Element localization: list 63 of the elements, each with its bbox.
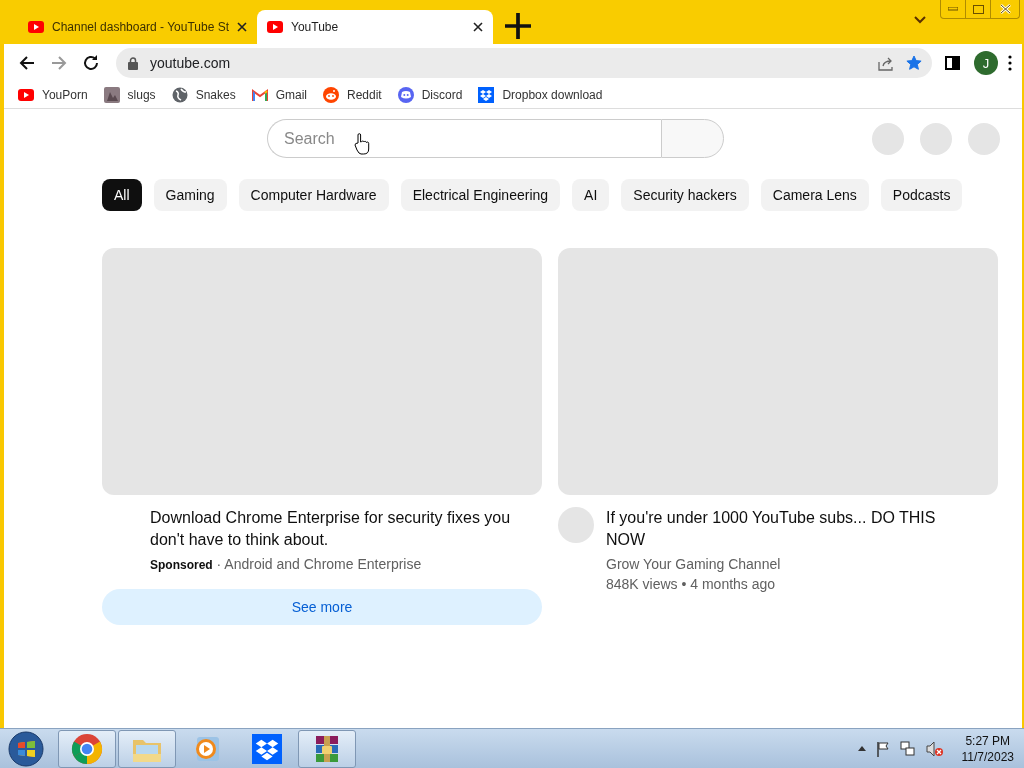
- icon-placeholder: [872, 122, 904, 155]
- filter-chip[interactable]: AI: [572, 179, 610, 211]
- filter-chip[interactable]: Electrical Engineering: [400, 179, 561, 211]
- video-title[interactable]: If you're under 1000 YouTube subs... DO THIS NOW: [606, 507, 946, 551]
- clock[interactable]: 5:27 PM 11/7/2023: [961, 732, 1014, 765]
- chevron-up-icon[interactable]: [857, 746, 866, 751]
- minimize-icon: [948, 7, 958, 11]
- icon-placeholder: [968, 122, 1000, 155]
- bookmark-link[interactable]: Dropbox download: [502, 88, 603, 102]
- plus-icon[interactable]: [505, 13, 532, 39]
- clock-date: 11/7/2023: [961, 748, 1014, 765]
- youtube-icon: [267, 21, 284, 33]
- star-icon[interactable]: [906, 55, 922, 71]
- start-orb-icon[interactable]: [8, 730, 44, 767]
- maximize-icon: [972, 4, 984, 14]
- lock-icon: [128, 56, 138, 70]
- discord-icon: [397, 87, 414, 103]
- menu-icon[interactable]: [1008, 55, 1012, 71]
- muted-speaker-icon[interactable]: [925, 740, 944, 757]
- filter-chip[interactable]: Computer Hardware: [238, 179, 389, 211]
- bookmark-link[interactable]: YouPorn: [42, 88, 88, 102]
- icon-placeholder: [920, 122, 952, 155]
- chrome-icon: [71, 732, 103, 765]
- taskbar-app[interactable]: [58, 729, 116, 768]
- youtube-icon: [28, 21, 44, 33]
- filter-chip[interactable]: Podcasts: [880, 179, 963, 211]
- winrar-icon: [313, 733, 341, 764]
- flag-icon[interactable]: [875, 740, 890, 757]
- chevron-down-icon[interactable]: [914, 16, 926, 24]
- close-icon: [999, 4, 1011, 14]
- browser-tab[interactable]: YouTube: [257, 10, 494, 44]
- bookmark-link[interactable]: Reddit: [347, 88, 382, 102]
- network-icon[interactable]: [899, 740, 916, 757]
- close-icon[interactable]: [473, 22, 484, 32]
- bookmark-link[interactable]: Snakes: [195, 88, 236, 102]
- filter-chip[interactable]: Camera Lens: [760, 179, 869, 211]
- channel-name[interactable]: Grow Your Gaming Channel: [606, 554, 946, 574]
- see-more-button[interactable]: See more: [102, 589, 542, 625]
- taskbar-app[interactable]: [298, 729, 356, 768]
- search-field[interactable]: Search: [267, 119, 661, 158]
- globe-icon: [171, 87, 188, 103]
- gmail-icon: [251, 89, 268, 101]
- share-icon[interactable]: [878, 55, 894, 71]
- hand-cursor-icon: [354, 133, 370, 155]
- filter-chip[interactable]: All: [102, 179, 142, 211]
- bookmark-link[interactable]: slugs: [127, 88, 156, 102]
- close-icon[interactable]: [237, 22, 248, 32]
- dropbox-icon: [478, 87, 495, 103]
- youtube-icon: [18, 89, 34, 101]
- ad-byline: Sponsored · Android and Chrome Enterprise: [150, 555, 423, 574]
- filter-chip[interactable]: Gaming: [153, 179, 227, 211]
- address-bar[interactable]: youtube.com: [116, 48, 932, 78]
- photo-icon: [103, 87, 120, 103]
- bookmark-link[interactable]: Gmail: [275, 88, 307, 102]
- ad-title[interactable]: Download Chrome Enterprise for security fixes you don't have to think about.: [150, 507, 542, 551]
- browser-tab[interactable]: Channel dashboard - YouTube St: [18, 10, 258, 44]
- clock-time: 5:27 PM: [965, 732, 1011, 749]
- video-meta: 848K views • 4 months ago: [606, 575, 777, 594]
- dropbox-icon: [252, 733, 282, 764]
- filter-chip[interactable]: Security hackers: [621, 179, 749, 211]
- bookmark-link[interactable]: Discord: [421, 88, 463, 102]
- profile-avatar[interactable]: J: [974, 51, 998, 75]
- reddit-icon: [323, 87, 339, 103]
